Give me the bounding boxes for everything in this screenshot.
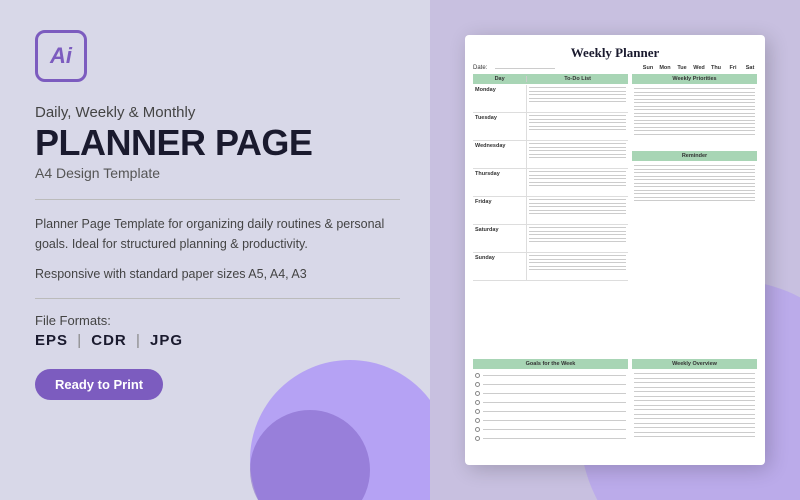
template-type: A4 Design Template (35, 165, 400, 181)
todo-tuesday (527, 113, 628, 140)
separator1: | (77, 332, 82, 349)
formats-row: EPS | CDR | JPG (35, 332, 400, 349)
overview-header: Weekly Overview (632, 359, 757, 369)
left-panel: Ai Daily, Weekly & Monthly PLANNER PAGE … (0, 0, 430, 500)
todo-saturday (527, 225, 628, 252)
schedule-row-tuesday: Tuesday (473, 113, 628, 141)
goals-list (473, 371, 628, 443)
description: Planner Page Template for organizing dai… (35, 214, 400, 254)
date-row: Date: Sun Mon Tue Wed Thu Fri Sat (473, 65, 757, 71)
ai-badge: Ai (35, 30, 87, 82)
goal-item (475, 400, 626, 405)
planner-title: Weekly Planner (473, 45, 757, 61)
separator2: | (136, 332, 141, 349)
todo-monday (527, 85, 628, 112)
format-jpg: JPG (150, 332, 183, 349)
goal-item (475, 373, 626, 378)
goal-item (475, 436, 626, 441)
day-mon: Mon (658, 65, 672, 71)
reminder-lines (632, 162, 757, 204)
goal-item (475, 418, 626, 423)
day-friday: Friday (473, 197, 527, 224)
date-label: Date: (473, 65, 487, 71)
schedule-row-friday: Friday (473, 197, 628, 225)
goals-section: Goals for the Week (473, 359, 628, 443)
goal-item (475, 409, 626, 414)
goal-item (475, 427, 626, 432)
todo-thursday (527, 169, 628, 196)
planner-bottom: Goals for the Week Weekly Overview (473, 359, 757, 443)
date-label-area: Date: (473, 65, 555, 71)
format-cdr: CDR (91, 332, 127, 349)
day-sat: Sat (743, 65, 757, 71)
day-fri: Fri (726, 65, 740, 71)
schedule-header: Day To-Do List (473, 74, 628, 84)
schedule-col-todo: To-Do List (527, 76, 628, 82)
day-monday: Monday (473, 85, 527, 112)
planner-main: Day To-Do List Monday Tuesday (473, 74, 757, 354)
todo-wednesday (527, 141, 628, 168)
responsive-text: Responsive with standard paper sizes A5,… (35, 264, 400, 284)
schedule-row-thursday: Thursday (473, 169, 628, 197)
right-panel: Weekly Planner Date: Sun Mon Tue Wed Thu… (430, 0, 800, 500)
day-wed: Wed (692, 65, 706, 71)
format-eps: EPS (35, 332, 68, 349)
schedule-section: Day To-Do List Monday Tuesday (473, 74, 628, 354)
schedule-col-day: Day (473, 76, 527, 82)
ai-label: Ai (50, 43, 72, 69)
schedule-row-wednesday: Wednesday (473, 141, 628, 169)
schedule-row-monday: Monday (473, 85, 628, 113)
day-tuesday: Tuesday (473, 113, 527, 140)
main-title: PLANNER PAGE (35, 125, 400, 161)
goal-item (475, 391, 626, 396)
goal-item (475, 382, 626, 387)
day-saturday: Saturday (473, 225, 527, 252)
date-line (495, 68, 555, 69)
priorities-lines (632, 85, 757, 145)
overview-lines (632, 371, 757, 439)
todo-sunday (527, 253, 628, 280)
day-sun: Sun (641, 65, 655, 71)
schedule-row-sunday: Sunday (473, 253, 628, 281)
goals-header: Goals for the Week (473, 359, 628, 369)
day-thursday: Thursday (473, 169, 527, 196)
file-formats: File Formats: EPS | CDR | JPG (35, 313, 400, 349)
priorities-section: Weekly Priorities Reminder (632, 74, 757, 354)
day-headers: Sun Mon Tue Wed Thu Fri Sat (641, 65, 757, 71)
planner-document: Weekly Planner Date: Sun Mon Tue Wed Thu… (465, 35, 765, 465)
day-wednesday: Wednesday (473, 141, 527, 168)
reminder-header: Reminder (632, 151, 757, 161)
schedule-row-saturday: Saturday (473, 225, 628, 253)
todo-friday (527, 197, 628, 224)
divider2 (35, 298, 400, 299)
divider1 (35, 199, 400, 200)
day-thu: Thu (709, 65, 723, 71)
overview-section: Weekly Overview (632, 359, 757, 443)
day-sunday: Sunday (473, 253, 527, 280)
subtitle: Daily, Weekly & Monthly (35, 102, 400, 123)
day-tue: Tue (675, 65, 689, 71)
file-formats-label: File Formats: (35, 313, 400, 328)
priorities-header: Weekly Priorities (632, 74, 757, 84)
ready-to-print-button[interactable]: Ready to Print (35, 369, 163, 400)
